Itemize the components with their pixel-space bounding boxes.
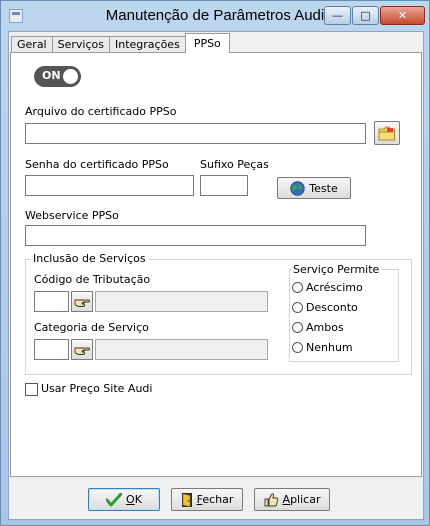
radio-circle[interactable] — [292, 282, 303, 293]
maximize-button[interactable]: □ — [352, 6, 379, 25]
footer-bar: OK Fechar Aplicar — [10, 480, 422, 518]
dialog-body: Geral Serviços Integrações PPSo ON Arqui… — [8, 31, 424, 520]
window-controls: — □ ✕ — [324, 6, 425, 25]
services-group-title: Inclusão de Serviços — [31, 252, 148, 265]
apply-button[interactable]: Aplicar — [254, 488, 330, 511]
webservice-label: Webservice PPSo — [25, 209, 119, 222]
webservice-input[interactable] — [25, 225, 366, 246]
tab-strip: Geral Serviços Integrações PPSo — [11, 33, 230, 53]
radio-label: Nenhum — [306, 341, 353, 354]
tab-geral[interactable]: Geral — [11, 36, 53, 53]
close-window-button[interactable]: ✕ — [380, 6, 425, 25]
use-site-price-checkbox[interactable] — [25, 383, 38, 396]
category-input[interactable] — [34, 339, 69, 360]
pointing-hand-icon — [74, 299, 90, 307]
service-allows-title: Serviço Permite — [291, 263, 382, 276]
radio-ambos[interactable]: Ambos — [292, 321, 344, 334]
tax-code-description — [95, 291, 268, 312]
radio-label: Acréscimo — [306, 281, 363, 294]
globe-icon — [290, 180, 305, 196]
cert-password-label: Senha do certificado PPSo — [25, 158, 169, 171]
use-site-price-label[interactable]: Usar Preço Site Audi — [41, 382, 152, 395]
close-button[interactable]: Fechar — [171, 488, 243, 511]
category-lookup-button[interactable] — [71, 339, 93, 360]
cert-password-input[interactable] — [25, 175, 194, 196]
folder-icon — [378, 126, 395, 140]
radio-desconto[interactable]: Desconto — [292, 301, 358, 314]
test-button[interactable]: Teste — [277, 177, 351, 199]
enable-toggle[interactable]: ON — [34, 66, 81, 87]
close-icon: ✕ — [397, 9, 408, 22]
category-description — [95, 339, 268, 360]
category-label: Categoria de Serviço — [34, 321, 149, 334]
ok-button-label: OK — [126, 493, 142, 506]
suffix-label: Sufixo Peças — [200, 158, 269, 171]
dialog-window: Manutenção de Parâmetros Audi — □ ✕ Gera… — [0, 0, 430, 526]
toggle-knob — [63, 69, 78, 84]
cert-file-input[interactable] — [25, 123, 366, 144]
pointing-hand-icon — [74, 347, 90, 355]
toggle-label: ON — [42, 69, 61, 82]
cert-file-label: Arquivo do certificado PPSo — [25, 105, 177, 118]
radio-circle[interactable] — [292, 302, 303, 313]
ppso-tab-panel: ON Arquivo do certificado PPSo Senha do … — [10, 52, 422, 477]
radio-circle[interactable] — [292, 322, 303, 333]
checkmark-icon — [106, 492, 123, 507]
suffix-input[interactable] — [200, 175, 248, 196]
tax-code-lookup-button[interactable] — [71, 291, 93, 312]
minimize-button[interactable]: — — [324, 6, 351, 25]
close-button-label: Fechar — [196, 493, 234, 506]
tab-servicos[interactable]: Serviços — [51, 36, 110, 53]
radio-label: Desconto — [306, 301, 358, 314]
minimize-icon: — — [332, 9, 343, 22]
tax-code-label: Código de Tributação — [34, 273, 151, 286]
ok-button[interactable]: OK — [88, 488, 160, 511]
maximize-icon: □ — [360, 9, 371, 22]
door-exit-icon — [181, 492, 193, 508]
title-bar[interactable]: Manutenção de Parâmetros Audi — □ ✕ — [1, 1, 429, 31]
tax-code-input[interactable] — [34, 291, 69, 312]
test-button-label: Teste — [309, 181, 338, 195]
radio-label: Ambos — [306, 321, 344, 334]
browse-file-button[interactable] — [374, 121, 400, 145]
radio-circle[interactable] — [292, 342, 303, 353]
thumbs-up-icon — [264, 492, 279, 507]
tab-integracoes[interactable]: Integrações — [108, 36, 186, 53]
radio-acrescimo[interactable]: Acréscimo — [292, 281, 363, 294]
apply-button-label: Aplicar — [282, 493, 321, 506]
tab-ppso[interactable]: PPSo — [184, 33, 230, 53]
radio-nenhum[interactable]: Nenhum — [292, 341, 353, 354]
